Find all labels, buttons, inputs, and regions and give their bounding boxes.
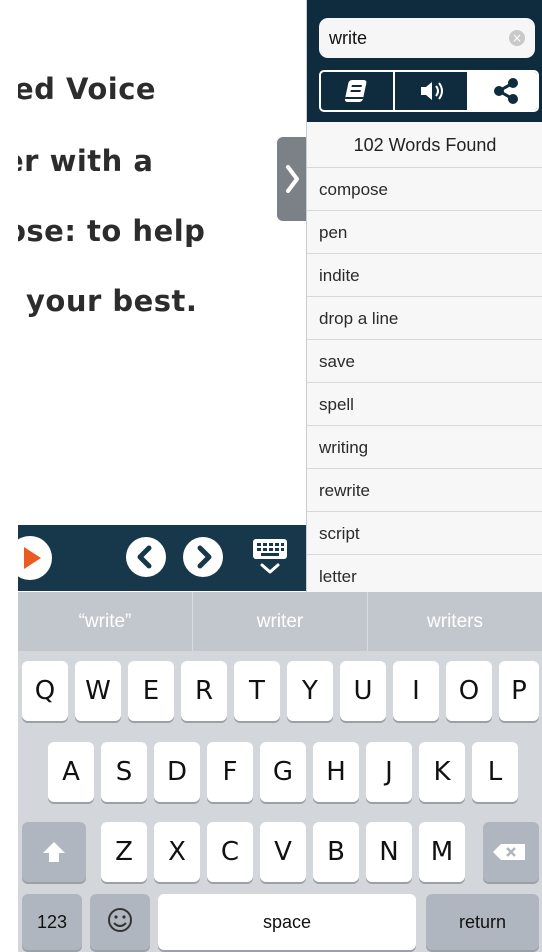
return-key[interactable]: return [426,894,539,950]
word-item-pen[interactable]: pen [307,211,542,254]
tab-definition[interactable] [321,72,395,110]
player-bar [8,525,306,591]
word-item-letter[interactable]: letter [307,555,542,592]
share-icon [494,78,518,104]
key-l[interactable]: L [472,742,518,802]
key-u[interactable]: U [340,661,386,721]
suggestion-bar: “write” writer writers [18,592,542,651]
key-n[interactable]: N [366,822,412,882]
key-p[interactable]: P [499,661,539,721]
backspace-icon [493,844,525,860]
word-item-rewrite[interactable]: rewrite [307,469,542,512]
collapse-panel-tab[interactable] [277,137,307,221]
key-y[interactable]: Y [287,661,333,721]
key-r[interactable]: R [181,661,227,721]
key-t[interactable]: T [234,661,280,721]
thesaurus-panel: write × 102 Words Found compose pen indi… [306,0,542,592]
key-j[interactable]: J [366,742,412,802]
key-m[interactable]: M [419,822,465,882]
chevron-left-icon [137,545,152,569]
key-h[interactable]: H [313,742,359,802]
key-v[interactable]: V [260,822,306,882]
key-b[interactable]: B [313,822,359,882]
next-button[interactable] [183,537,223,577]
word-item-drop-a-line[interactable]: drop a line [307,297,542,340]
key-s[interactable]: S [101,742,147,802]
text-line-2: er with a [18,144,154,178]
key-e[interactable]: E [128,661,174,721]
keyboard-dismiss-icon [253,539,287,574]
text-line-1: ed Voice [18,72,157,106]
mode-segmented-control [319,70,539,112]
key-f[interactable]: F [207,742,253,802]
chevron-right-icon [197,545,212,569]
play-button[interactable] [8,536,52,580]
key-z[interactable]: Z [101,822,147,882]
shift-arrow-icon [43,842,65,862]
key-g[interactable]: G [260,742,306,802]
keyboard-toggle-button[interactable] [250,537,290,579]
on-screen-keyboard: “write” writer writers Q W E R T Y U I O… [18,592,542,952]
word-item-save[interactable]: save [307,340,542,383]
search-input[interactable]: write × [319,18,535,58]
text-line-4: your best. [26,284,198,318]
word-item-indite[interactable]: indite [307,254,542,297]
key-x[interactable]: X [154,822,200,882]
word-item-writing[interactable]: writing [307,426,542,469]
word-list: compose pen indite drop a line save spel… [307,168,542,592]
book-icon [344,80,367,102]
suggestion-item[interactable]: writer [193,592,368,651]
key-i[interactable]: I [393,661,439,721]
reading-text-area: ed Voice er with a ose: to help your bes… [18,0,308,525]
results-count: 102 Words Found [307,122,542,168]
tab-pronounce[interactable] [395,72,469,110]
suggestion-item[interactable]: “write” [18,592,193,651]
key-d[interactable]: D [154,742,200,802]
space-key[interactable]: space [158,894,416,950]
word-item-script[interactable]: script [307,512,542,555]
key-a[interactable]: A [48,742,94,802]
numbers-key[interactable]: 123 [22,894,82,950]
panel-header: write × [307,0,542,122]
tab-related[interactable] [469,72,537,110]
previous-button[interactable] [126,537,166,577]
text-line-3: ose: to help [18,214,206,248]
word-item-compose[interactable]: compose [307,168,542,211]
speaker-icon [421,82,443,100]
emoji-key[interactable] [90,894,150,950]
search-input-value: write [329,28,368,48]
chevron-right-icon [286,165,299,193]
key-q[interactable]: Q [22,661,68,721]
key-o[interactable]: O [446,661,492,721]
play-icon [24,547,41,569]
emoji-icon [108,908,132,932]
backspace-key[interactable] [483,822,539,882]
key-k[interactable]: K [419,742,465,802]
key-c[interactable]: C [207,822,253,882]
shift-key[interactable] [22,822,86,882]
suggestion-item[interactable]: writers [368,592,542,651]
clear-icon[interactable]: × [509,30,525,46]
key-w[interactable]: W [75,661,121,721]
word-item-spell[interactable]: spell [307,383,542,426]
